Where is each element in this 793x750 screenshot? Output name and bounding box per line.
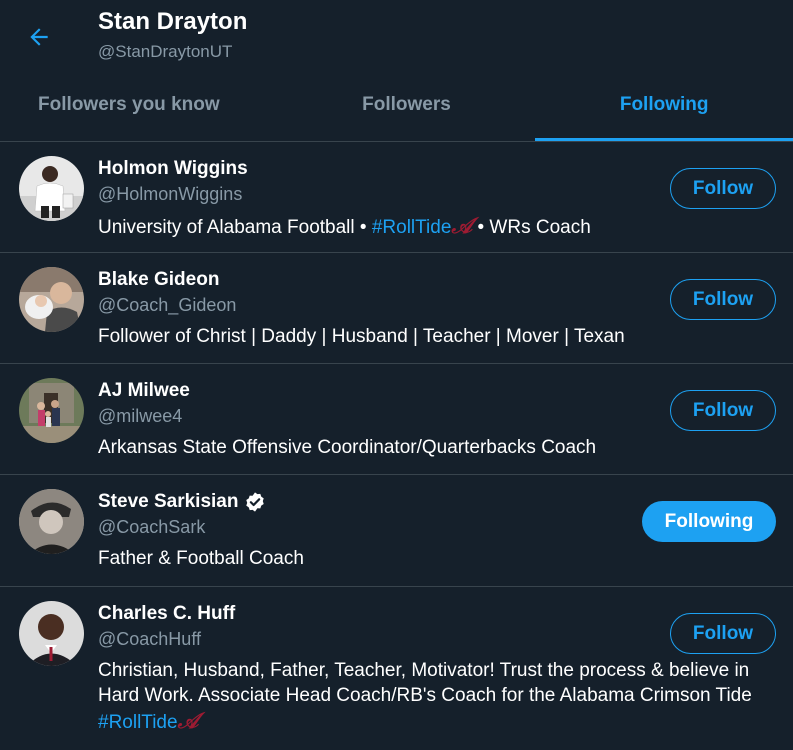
list-item[interactable]: Blake Gideon @Coach_Gideon Follower of C… [0,253,793,364]
profile-name: Stan Drayton [98,8,248,35]
list-item[interactable]: Charles C. Huff @CoachHuff Christian, Hu… [0,587,793,749]
following-button[interactable]: Following [642,501,776,542]
avatar[interactable] [19,489,84,554]
user-name[interactable]: Charles C. Huff [98,603,235,625]
user-handle: @CoachHuff [98,629,201,649]
user-bio: University of Alabama Football • #RollTi… [98,213,591,238]
user-name[interactable]: Steve Sarkisian [98,491,266,513]
follow-button[interactable]: Follow [670,279,776,320]
alabama-logo-emoji: 𝒜 [177,708,199,733]
verified-badge-icon [246,492,265,512]
list-item[interactable]: Steve Sarkisian @CoachSark Father & Foot… [0,475,793,587]
avatar[interactable] [19,378,84,443]
follow-button[interactable]: Follow [670,168,776,209]
back-arrow-icon [30,28,48,46]
tab-following[interactable]: Following [535,75,793,141]
profile-header: Stan Drayton @StanDraytonUT [0,0,793,75]
list-item[interactable]: Holmon Wiggins @HolmonWiggins University… [0,142,793,253]
tab-followers[interactable]: Followers [268,75,536,141]
avatar[interactable] [19,601,84,666]
avatar[interactable] [19,156,84,221]
following-list: Holmon Wiggins @HolmonWiggins University… [0,142,793,749]
tab-bar: Followers you know Followers Following [0,75,793,142]
hashtag-link[interactable]: #RollTide [98,712,178,733]
user-bio: Christian, Husband, Father, Teacher, Mot… [98,660,752,733]
user-name[interactable]: Holmon Wiggins [98,158,248,180]
list-item[interactable]: AJ Milwee @milwee4 Arkansas State Offens… [0,364,793,475]
user-bio: Father & Football Coach [98,548,304,569]
user-handle: @Coach_Gideon [98,295,237,315]
user-name[interactable]: Blake Gideon [98,269,219,291]
follow-button[interactable]: Follow [670,613,776,654]
user-bio: Arkansas State Offensive Coordinator/Qua… [98,437,597,458]
hashtag-link[interactable]: #RollTide [372,217,452,238]
user-handle: @CoachSark [98,517,206,537]
tab-followers-you-know[interactable]: Followers you know [0,75,268,141]
follow-button[interactable]: Follow [670,390,776,431]
user-handle: @milwee4 [98,406,183,426]
avatar[interactable] [19,267,84,332]
alabama-logo-emoji: 𝒜 [451,213,473,238]
profile-handle: @StanDraytonUT [98,42,233,61]
back-button[interactable] [22,20,56,54]
user-bio: Follower of Christ | Daddy | Husband | T… [98,326,625,347]
user-name[interactable]: AJ Milwee [98,380,190,402]
user-handle: @HolmonWiggins [98,184,243,204]
